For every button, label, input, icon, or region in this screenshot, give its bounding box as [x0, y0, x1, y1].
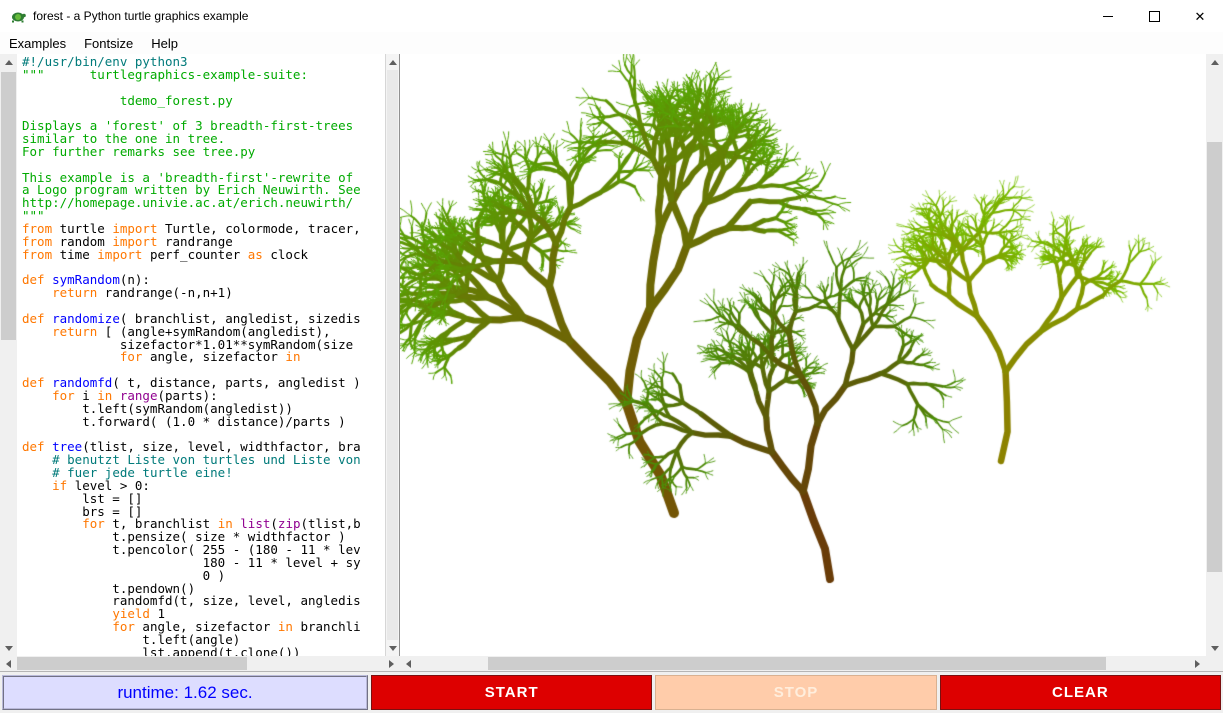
- text-vscroll-thumb[interactable]: [1, 72, 16, 340]
- canvas-horizontal-scrollbar[interactable]: [400, 656, 1206, 671]
- scroll-down-icon[interactable]: [1206, 640, 1223, 656]
- minimize-button[interactable]: [1085, 0, 1131, 32]
- start-button[interactable]: START: [371, 675, 652, 710]
- text-horizontal-scrollbar[interactable]: [0, 656, 400, 671]
- code-line: for angle, sizefactor in: [22, 351, 385, 364]
- scroll-down-icon[interactable]: [0, 640, 17, 656]
- statusbar: runtime: 1.62 sec. START STOP CLEAR: [0, 672, 1223, 713]
- code-line: """ turtlegraphics-example-suite:: [22, 69, 385, 82]
- code-line: lst.append(t.clone()): [22, 647, 385, 656]
- scroll-corner: [1206, 656, 1223, 671]
- window-title: forest - a Python turtle graphics exampl…: [33, 9, 248, 23]
- code-line: from time import perf_counter as clock: [22, 249, 385, 262]
- divider-scrollbar[interactable]: [385, 54, 400, 656]
- minimize-icon: [1103, 16, 1113, 17]
- code-editor[interactable]: #!/usr/bin/env python3""" turtlegraphics…: [17, 54, 385, 656]
- stop-button[interactable]: STOP: [655, 675, 936, 710]
- app-icon: [9, 7, 27, 25]
- menubar: Examples Fontsize Help: [0, 32, 1223, 54]
- menu-examples[interactable]: Examples: [0, 32, 75, 54]
- divider-scroll-thumb[interactable]: [387, 70, 398, 640]
- runtime-label: runtime: 1.62 sec.: [2, 675, 368, 710]
- close-icon: ✕: [1195, 10, 1206, 23]
- code-line: return randrange(-n,n+1): [22, 287, 385, 300]
- maximize-icon: [1149, 11, 1160, 22]
- scroll-row: [0, 656, 1223, 672]
- scroll-left-icon[interactable]: [0, 656, 17, 671]
- code-line: http://homepage.univie.ac.at/erich.neuwi…: [22, 197, 385, 210]
- main-area: #!/usr/bin/env python3""" turtlegraphics…: [0, 54, 1223, 656]
- canvas-vertical-scrollbar[interactable]: [1206, 54, 1223, 656]
- scroll-left-icon[interactable]: [400, 656, 417, 671]
- code-line: tdemo_forest.py: [22, 95, 385, 108]
- canvas-hscroll-thumb[interactable]: [488, 657, 1106, 670]
- code-line: For further remarks see tree.py: [22, 146, 385, 159]
- scroll-up-icon[interactable]: [0, 54, 17, 70]
- canvas-pane: [400, 54, 1206, 656]
- app-window: forest - a Python turtle graphics exampl…: [0, 0, 1223, 713]
- canvas-vscroll-thumb[interactable]: [1207, 142, 1222, 572]
- scroll-down-icon[interactable]: [386, 640, 399, 656]
- menu-fontsize[interactable]: Fontsize: [75, 32, 142, 54]
- scroll-right-icon[interactable]: [383, 656, 400, 671]
- scroll-right-icon[interactable]: [1189, 656, 1206, 671]
- text-vertical-scrollbar[interactable]: [0, 54, 17, 656]
- maximize-button[interactable]: [1131, 0, 1177, 32]
- menu-help[interactable]: Help: [142, 32, 187, 54]
- turtle-canvas[interactable]: [400, 54, 1206, 656]
- scroll-up-icon[interactable]: [1206, 54, 1223, 70]
- close-button[interactable]: ✕: [1177, 0, 1223, 32]
- clear-button[interactable]: CLEAR: [940, 675, 1221, 710]
- scroll-up-icon[interactable]: [386, 54, 399, 70]
- text-hscroll-thumb[interactable]: [17, 657, 247, 670]
- code-line: t.forward( (1.0 * distance)/parts ): [22, 416, 385, 429]
- titlebar: forest - a Python turtle graphics exampl…: [0, 0, 1223, 32]
